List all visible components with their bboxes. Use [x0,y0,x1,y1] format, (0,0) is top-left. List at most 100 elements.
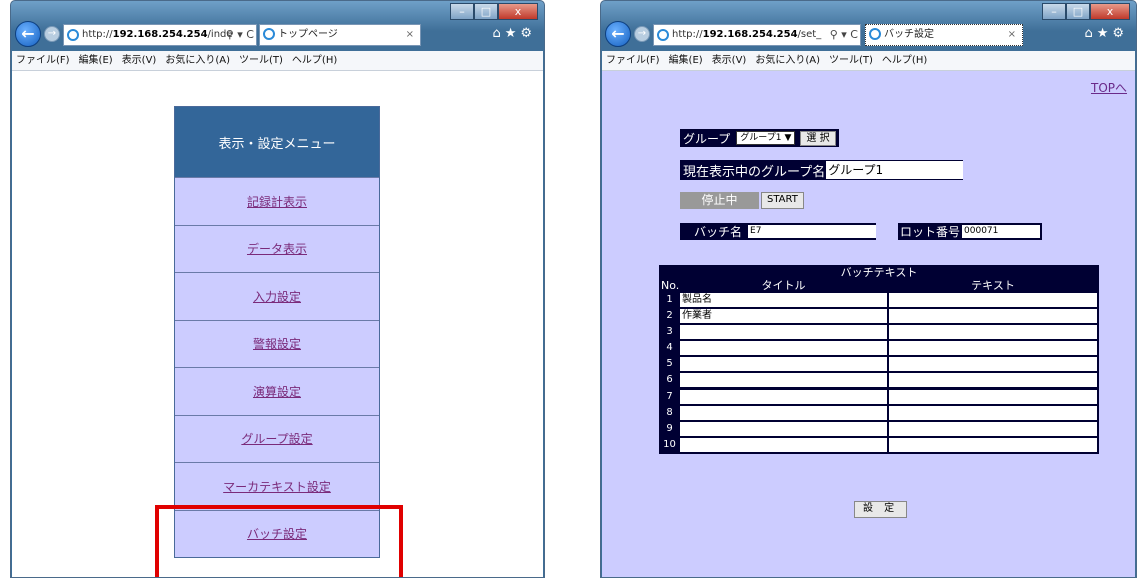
forward-arrow-icon[interactable]: → [44,26,60,42]
current-group-row: 現在表示中のグループ名 グループ1 [680,160,963,180]
menu-edit[interactable]: 編集(E) [79,55,113,66]
menu-view[interactable]: 表示(V) [712,55,747,66]
link-calc-settings[interactable]: 演算設定 [253,383,301,400]
text-cell-input[interactable] [888,420,1098,437]
text-cell-input[interactable] [888,308,1098,325]
title-cell-input[interactable] [679,420,888,437]
tab-title: トップページ [278,29,338,40]
row-number: 1 [666,294,673,305]
text-cell-input[interactable] [888,436,1098,453]
nav-icons[interactable]: ⌂★⚙ [1084,26,1128,41]
menu-view[interactable]: 表示(V) [122,55,157,66]
back-arrow-icon[interactable]: ← [605,21,631,47]
menu-item-input-settings: 入力設定 [175,272,379,320]
select-button[interactable]: 選 択 [800,130,836,146]
table-row: 10 [660,436,1098,453]
text-cell-input[interactable] [888,324,1098,341]
menu-item-alarm-settings: 警報設定 [175,319,379,367]
maximize-button[interactable]: □ [1066,3,1090,20]
menu-edit[interactable]: 編集(E) [669,55,703,66]
address-bar[interactable]: http://192.168.254.254/set_ ⚲ ▾ C [653,24,861,46]
row-number: 3 [666,326,673,338]
close-button[interactable]: x [498,3,538,20]
search-refresh-icon[interactable]: ⚲ ▾ C [830,25,858,45]
title-cell-input[interactable] [679,388,888,405]
nav-icons[interactable]: ⌂★⚙ [492,26,536,41]
menu-help[interactable]: ヘルプ(H) [882,55,927,66]
menu-tools[interactable]: ツール(T) [239,55,283,66]
table-row: 7 [660,388,1098,405]
table-body: 1 製品名 2 作業者 3 4 5 6 7 8 9 10 [660,292,1098,453]
back-arrow-icon[interactable]: ← [15,21,41,47]
tab-close-icon[interactable]: × [406,25,414,45]
search-refresh-icon[interactable]: ⚲ ▾ C [226,25,254,45]
maximize-button[interactable]: □ [474,3,498,20]
forward-arrow-icon[interactable]: → [634,26,650,42]
menu-bar: ファイル(F) 編集(E) 表示(V) お気に入り(A) ツール(T) ヘルプ(H) [12,51,543,71]
lot-number-label: ロット番号 [900,225,961,239]
group-selected-value: グループ1 [740,133,782,143]
link-alarm-settings[interactable]: 警報設定 [253,335,301,352]
menu-item-calc-settings: 演算設定 [175,367,379,415]
header-title: タイトル [761,279,806,292]
browser-window-top-page: – □ x ← → http://192.168.254.254/inde ⚲ … [10,0,545,578]
minimize-button[interactable]: – [1042,3,1066,20]
link-input-settings[interactable]: 入力設定 [253,288,301,305]
group-select-row: グループ グループ1 ▼ 選 択 [680,129,839,147]
window-controls: – □ x [450,3,538,20]
tab-batch-settings[interactable]: バッチ設定 × [865,24,1023,46]
title-cell-input[interactable]: 製品名 [679,292,888,308]
table-row: 2 作業者 [660,308,1098,325]
row-number: 5 [666,358,673,370]
page-content: 表示・設定メニュー 記録計表示 データ表示 入力設定 警報設定 演算設定 グルー… [12,71,543,577]
title-cell-input[interactable] [679,356,888,373]
menu-tools[interactable]: ツール(T) [829,55,873,66]
row-number: 10 [663,438,676,450]
close-button[interactable]: x [1090,3,1130,20]
menu-file[interactable]: ファイル(F) [606,55,660,66]
header-text: テキスト [971,279,1015,292]
browser-window-batch-settings: – □ x ← → http://192.168.254.254/set_ ⚲ … [600,0,1137,578]
title-cell-input[interactable] [679,436,888,453]
batch-name-field[interactable]: E7 [748,225,876,238]
link-marker-text-settings[interactable]: マーカテキスト設定 [223,478,331,495]
title-cell-input[interactable] [679,372,888,389]
minimize-button[interactable]: – [450,3,474,20]
window-controls: – □ x [1042,3,1130,20]
text-cell-input[interactable] [888,340,1098,357]
set-button[interactable]: 設 定 [854,501,908,518]
title-cell-input[interactable] [679,404,888,421]
lot-number-field[interactable]: 000071 [962,225,1040,238]
row-number: 6 [666,374,673,386]
text-cell-input[interactable] [888,356,1098,373]
link-group-settings[interactable]: グループ設定 [241,430,312,447]
tab-close-icon[interactable]: × [1008,25,1016,45]
address-bar[interactable]: http://192.168.254.254/inde ⚲ ▾ C [63,24,257,46]
batch-text-table: バッチテキスト No. タイトル テキスト 1 製品名 2 作業者 3 4 5 6 7 8 9 10 [659,265,1099,454]
top-link[interactable]: TOPへ [1091,79,1127,96]
row-number: 9 [666,422,673,434]
text-cell-input[interactable] [888,292,1098,308]
menu-favorites[interactable]: お気に入り(A) [165,55,230,66]
title-cell-input[interactable] [679,340,888,357]
link-recorder-display[interactable]: 記録計表示 [247,193,307,210]
table-row: 1 製品名 [660,292,1098,308]
current-group-value: グループ1 [826,161,963,179]
group-dropdown[interactable]: グループ1 ▼ [736,131,796,145]
row-number: 2 [666,310,673,322]
text-cell-input[interactable] [888,404,1098,421]
tab-top-page[interactable]: トップページ × [259,24,421,46]
menu-favorites[interactable]: お気に入り(A) [755,55,820,66]
menu-help[interactable]: ヘルプ(H) [292,55,337,66]
title-cell-input[interactable] [679,324,888,341]
menu-file[interactable]: ファイル(F) [16,55,70,66]
text-cell-input[interactable] [888,388,1098,405]
text-cell-input[interactable] [888,372,1098,389]
title-bar: – □ x ← → http://192.168.254.254/set_ ⚲ … [601,1,1136,51]
ie-tab-icon [263,28,275,40]
lot-number-row: ロット番号 000071 [898,223,1042,240]
table-row: 9 [660,420,1098,437]
link-data-display[interactable]: データ表示 [247,240,307,257]
start-button[interactable]: START [761,192,804,209]
title-cell-input[interactable]: 作業者 [679,308,888,325]
